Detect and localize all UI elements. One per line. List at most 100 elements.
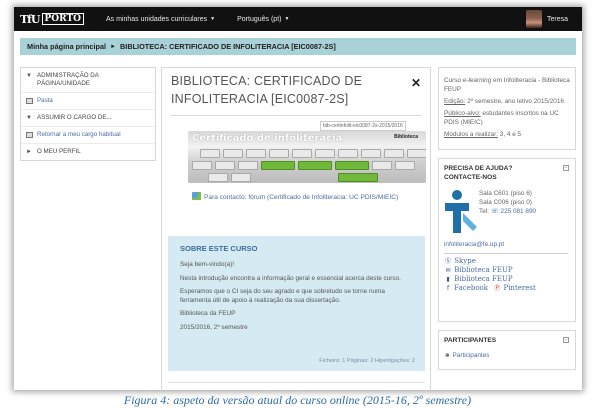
help-heading: PRECISA DE AJUDA? CONTACTE-NOS: [444, 165, 513, 181]
fullscreen-icon[interactable]: ✕: [411, 76, 421, 90]
keyboard-key: [372, 161, 392, 170]
folder-item[interactable]: Pasta: [21, 93, 155, 110]
keyboard-key: [192, 161, 212, 170]
keyboard-key: [384, 149, 404, 158]
participants-heading: PARTICIPANTES: [444, 337, 497, 344]
admin-page-item[interactable]: ▼ ADMINISTRAÇÃO DA PÁGINA/UNIDADE: [21, 68, 155, 93]
email-label: Biblioteca FEUP: [454, 266, 513, 274]
phone-icon: ☏: [490, 208, 499, 215]
breadcrumb-current[interactable]: BIBLIOTECA: CERTIFICADO DE INFOLITERACIA…: [120, 42, 336, 51]
folder-icon: [26, 98, 33, 104]
user-avatar: [525, 10, 542, 28]
my-profile-label: O MEU PERFIL: [37, 148, 81, 155]
social-row: f Facebook Ⓟ Pinterest: [444, 284, 568, 293]
course-description-em: e-learning: [462, 77, 492, 84]
keyboard-key: [200, 149, 220, 158]
banner-tag: bib-certinfolit-eic0087-2s-2015/2016: [320, 121, 406, 131]
help-email-link[interactable]: infoliteracia@fe.up.pt: [444, 241, 504, 248]
left-sidebar: ▼ ADMINISTRAÇÃO DA PÁGINA/UNIDADE Pasta …: [20, 67, 156, 161]
participants-link[interactable]: ☻ Participantes: [444, 352, 570, 359]
modules-info: Módulos a realizar: 3, 4 e 5: [444, 130, 570, 139]
course-description: Curso e-learning em Infoliteracia - Bibl…: [444, 76, 570, 94]
bookmark-label: Biblioteca FEUP: [454, 275, 513, 283]
skype-label: Skype: [454, 257, 476, 265]
about-paragraph: Biblioteca da FEUP: [180, 310, 236, 317]
keyboard-key: [338, 149, 358, 158]
facebook-icon: f: [446, 285, 450, 292]
bookmark-link[interactable]: ▮ Biblioteca FEUP: [444, 275, 568, 284]
green-keyboard-key: [338, 173, 378, 182]
facebook-link[interactable]: f Facebook: [444, 284, 488, 292]
facebook-label: Facebook: [454, 284, 489, 292]
help-block: PRECISA DE AJUDA? CONTACTE-NOS − Sala C6…: [438, 158, 576, 322]
keyboard-key: [269, 149, 289, 158]
bookmark-icon: ▮: [446, 276, 450, 283]
language-menu[interactable]: Português (pt) ▼: [237, 16, 289, 23]
chevron-down-icon: ▼: [26, 115, 32, 121]
return-role-item[interactable]: Retornar a meu cargo habitual: [21, 127, 155, 144]
keyboard-key: [395, 161, 415, 170]
mail-icon: ✉: [445, 267, 451, 274]
green-keyboard-key: [335, 161, 369, 170]
my-profile-item[interactable]: ► O MEU PERFIL: [21, 144, 155, 160]
collapse-icon[interactable]: −: [563, 337, 569, 343]
edition-info: Edição: 2º semestre, ano letivo 2015/201…: [444, 97, 570, 106]
forum-icon: [192, 192, 201, 200]
participants-block: PARTICIPANTES − ☻ Participantes: [438, 330, 576, 370]
pinterest-link[interactable]: Ⓟ Pinterest: [493, 284, 536, 292]
caret-down-icon: ▼: [284, 16, 290, 22]
keyboard-key: [292, 149, 312, 158]
folder-label: Pasta: [37, 97, 53, 104]
keyboard-key: [208, 173, 228, 182]
banner-title: Certificado de infoliteracia: [192, 133, 343, 144]
contact-forum-link[interactable]: Para contacto: fórum (Certificado de Inf…: [192, 192, 420, 202]
about-paragraph: 2015/2016, 2º semestre: [180, 323, 248, 331]
keyboard-key: [215, 161, 235, 170]
administration-block: ▼ ADMINISTRAÇÃO DA PÁGINA/UNIDADE Pasta …: [20, 67, 156, 161]
feup-logo-icon: [445, 190, 477, 233]
next-section: [168, 382, 425, 390]
skype-icon: Ⓢ: [444, 258, 451, 265]
modules-label: Módulos a realizar:: [444, 131, 498, 138]
modules-value: 3, 4 e 5: [498, 131, 522, 138]
keyboard-key: [361, 149, 381, 158]
about-course-section: SOBRE ESTE CURSO Seja bem-vindo(a)! Nest…: [168, 236, 425, 371]
course-description-prefix: Curso: [444, 77, 463, 84]
about-resource-counts: Ficheiro: 1 Páginas: 2 Hiperligações: 2: [319, 358, 415, 364]
logo-mark: TfU: [20, 12, 40, 26]
keyboard-key: [231, 173, 251, 182]
social-links: Ⓢ Skype ✉ Biblioteca FEUP ▮ Biblioteca F…: [444, 253, 568, 293]
uporto-logo[interactable]: TfU PORTO: [20, 13, 84, 26]
email-link[interactable]: ✉ Biblioteca FEUP: [444, 266, 568, 275]
course-banner-image: Certificado de infoliteracia Biblioteca: [188, 131, 426, 183]
caret-down-icon: ▼: [210, 16, 216, 22]
breadcrumb-home[interactable]: Minha página principal: [27, 42, 106, 51]
phone-number[interactable]: 225 081 890: [501, 208, 537, 215]
chevron-right-icon: ►: [26, 149, 32, 155]
title-divider: [170, 115, 422, 116]
about-paragraph: Esperamos que o CI seja do seu agrado e …: [180, 288, 385, 304]
keyboard-key: [246, 149, 266, 158]
pinterest-icon: Ⓟ: [494, 285, 501, 292]
help-phone: Tel: ☏ 225 081 890: [479, 207, 536, 216]
user-menu[interactable]: Teresa: [525, 10, 568, 28]
edition-label: Edição:: [444, 98, 466, 105]
participants-link-label: Participantes: [452, 351, 490, 359]
keyboard-key: [407, 149, 426, 158]
green-keyboard-key: [298, 161, 332, 170]
course-info-block: Curso e-learning em Infoliteracia - Bibl…: [438, 67, 576, 150]
my-courses-menu[interactable]: As minhas unidades curriculares ▼: [106, 16, 215, 23]
switch-role-item[interactable]: ▼ ASSUMIR O CARGO DE...: [21, 110, 155, 127]
admin-page-label: ADMINISTRAÇÃO DA PÁGINA/UNIDADE: [37, 72, 99, 87]
pinterest-label: Pinterest: [503, 284, 536, 292]
phone-label: Tel:: [479, 208, 489, 215]
skype-link[interactable]: Ⓢ Skype: [444, 257, 568, 266]
audience-label: Público-alvo:: [444, 110, 481, 117]
help-contact-info: Sala C601 (piso 6) Sala C006 (piso 0) Te…: [479, 189, 536, 216]
audience-info: Público-alvo: estudantes inscritos na UC…: [444, 109, 570, 127]
edition-value: 2º semestre, ano letivo 2015/2016: [465, 98, 564, 105]
collapse-icon[interactable]: −: [563, 165, 569, 171]
language-label: Português (pt): [237, 15, 282, 23]
figure-caption: Figura 4: aspeto da versão atual do curs…: [123, 393, 472, 407]
contact-forum-text: Para contacto: fórum (Certificado de Inf…: [204, 194, 399, 201]
